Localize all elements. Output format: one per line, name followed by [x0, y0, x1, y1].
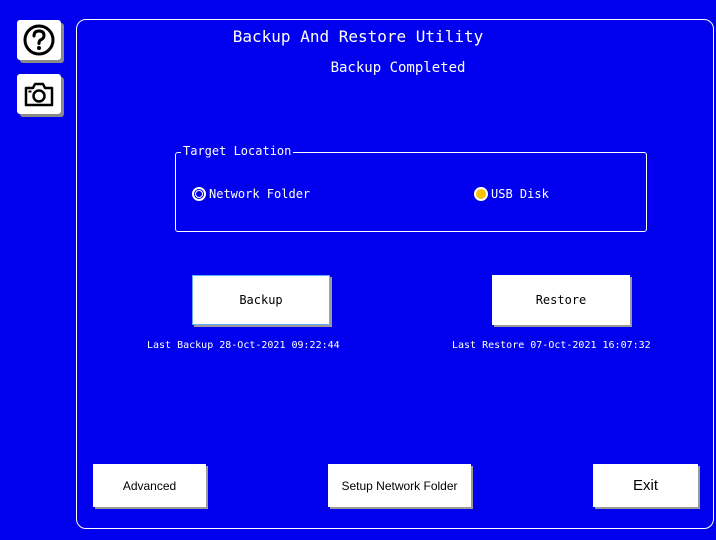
radio-selected-icon: [474, 187, 488, 201]
status-message: Backup Completed: [330, 60, 466, 76]
radio-network-folder[interactable]: Network Folder: [192, 187, 310, 201]
main-panel: [76, 19, 714, 529]
setup-network-folder-button[interactable]: Setup Network Folder: [328, 464, 471, 507]
radio-usb-disk-label: USB Disk: [491, 187, 549, 201]
page-title: Backup And Restore Utility: [232, 27, 484, 46]
backup-button[interactable]: Backup: [192, 275, 330, 325]
advanced-button[interactable]: Advanced: [93, 464, 206, 507]
radio-usb-disk[interactable]: USB Disk: [474, 187, 549, 201]
radio-network-folder-label: Network Folder: [209, 187, 311, 201]
camera-icon: [24, 82, 54, 107]
target-location-legend: Target Location: [181, 144, 294, 158]
radio-unselected-icon: [192, 187, 206, 201]
last-backup-text: Last Backup 28-Oct-2021 09:22:44: [147, 340, 340, 351]
screenshot-button[interactable]: [17, 74, 61, 114]
restore-button[interactable]: Restore: [492, 275, 630, 325]
last-restore-text: Last Restore 07-Oct-2021 16:07:32: [452, 340, 651, 351]
exit-button[interactable]: Exit: [593, 464, 698, 507]
